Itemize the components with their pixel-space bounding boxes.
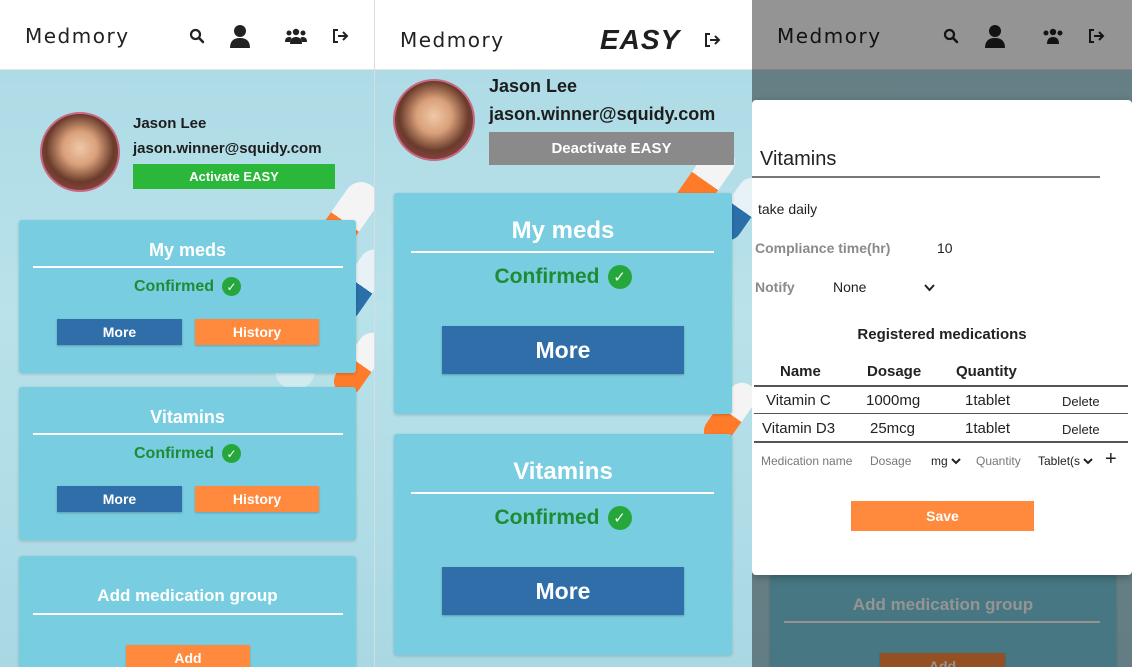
- notify-value: None: [833, 279, 867, 295]
- more-button[interactable]: More: [57, 486, 182, 512]
- logout-icon[interactable]: [702, 30, 724, 50]
- main-screen: Medmory Jason Lee jason.winner@squidy.co…: [0, 0, 374, 667]
- check-icon: ✓: [607, 265, 632, 289]
- more-button[interactable]: More: [442, 567, 684, 615]
- logout-icon[interactable]: [331, 26, 351, 46]
- quantity-input[interactable]: Quantity: [976, 454, 1021, 468]
- edit-group-screen: Medmory Add medication group Add Vitamin…: [752, 0, 1132, 667]
- status-confirmed: Confirmed ✓: [19, 444, 356, 463]
- delete-button[interactable]: Delete: [1062, 422, 1100, 437]
- card-title: My meds: [148, 240, 227, 260]
- notify-label: Notify: [755, 279, 795, 295]
- notify-select[interactable]: None: [833, 279, 936, 295]
- table-row-divider: [754, 413, 1128, 414]
- user-email: jason.winner@squidy.com: [133, 140, 322, 157]
- app-logo[interactable]: Medmory: [400, 28, 505, 52]
- check-icon: ✓: [222, 444, 241, 463]
- card-title: My meds: [511, 217, 615, 244]
- column-header-dosage: Dosage: [867, 363, 922, 380]
- avatar[interactable]: [393, 79, 475, 161]
- chevron-down-icon: [950, 454, 961, 468]
- deactivate-easy-button[interactable]: Deactivate EASY: [489, 132, 734, 165]
- more-button[interactable]: More: [442, 326, 684, 374]
- add-group-card: Add medication group Add: [19, 556, 356, 667]
- add-button[interactable]: Add: [126, 645, 250, 667]
- medication-group-card: Vitamins Confirmed ✓ More History: [19, 387, 356, 540]
- card-divider: [411, 251, 714, 253]
- add-row-icon[interactable]: +: [1105, 448, 1117, 471]
- app-logo[interactable]: Medmory: [25, 24, 130, 48]
- card-divider: [33, 613, 343, 615]
- medication-name-input[interactable]: Medication name: [761, 454, 852, 468]
- card-divider: [33, 266, 343, 268]
- save-button[interactable]: Save: [851, 501, 1034, 531]
- status-confirmed: Confirmed ✓: [19, 277, 356, 296]
- activate-easy-button[interactable]: Activate EASY: [133, 164, 335, 189]
- avatar[interactable]: [40, 112, 120, 192]
- status-label: Confirmed: [134, 444, 214, 462]
- card-divider: [33, 433, 343, 435]
- unit-value: mg: [931, 454, 948, 468]
- unit-select[interactable]: mg: [931, 454, 961, 468]
- user-icon[interactable]: [228, 23, 252, 49]
- status-label: Confirmed: [494, 506, 600, 529]
- med-name-cell: Vitamin D3: [762, 420, 836, 437]
- med-dosage-cell: 1000mg: [866, 392, 921, 409]
- chevron-down-icon: [924, 279, 936, 295]
- chevron-down-icon: [1083, 454, 1093, 468]
- search-icon[interactable]: [187, 26, 207, 46]
- card-divider: [411, 492, 714, 494]
- card-title: Vitamins: [150, 407, 225, 427]
- medication-group-card: My meds Confirmed ✓ More: [394, 193, 732, 414]
- med-quantity-cell: 1tablet: [965, 420, 1011, 437]
- status-confirmed: Confirmed ✓: [394, 506, 732, 530]
- easy-mode-screen: Medmory EASY Jason Lee jason.winner@squi…: [375, 0, 752, 667]
- delete-button[interactable]: Delete: [1062, 394, 1100, 409]
- table-header-divider: [754, 385, 1128, 387]
- check-icon: ✓: [607, 506, 632, 530]
- column-header-quantity: Quantity: [956, 363, 1017, 380]
- dosage-input[interactable]: Dosage: [870, 454, 911, 468]
- history-button[interactable]: History: [195, 319, 319, 345]
- med-dosage-cell: 25mcg: [870, 420, 916, 437]
- column-header-name: Name: [780, 363, 821, 380]
- user-email: jason.winner@squidy.com: [489, 104, 716, 124]
- easy-mode-title: EASY: [600, 24, 681, 55]
- group-note-field[interactable]: take daily: [758, 201, 817, 217]
- medication-group-card: Vitamins Confirmed ✓ More: [394, 434, 732, 655]
- title-underline: [752, 176, 1100, 178]
- form-select[interactable]: Tablet(s: [1038, 454, 1093, 468]
- group-name-field[interactable]: Vitamins: [760, 148, 836, 171]
- group-icon[interactable]: [284, 26, 308, 46]
- form-value: Tablet(s: [1038, 454, 1081, 468]
- status-confirmed: Confirmed ✓: [394, 265, 732, 289]
- check-icon: ✓: [222, 277, 241, 296]
- status-label: Confirmed: [494, 265, 600, 288]
- app-header: Medmory EASY: [375, 0, 752, 70]
- med-name-cell: Vitamin C: [766, 392, 831, 409]
- compliance-label: Compliance time(hr): [755, 240, 891, 256]
- registered-medications-title: Registered medications: [857, 326, 1027, 343]
- med-quantity-cell: 1tablet: [965, 392, 1011, 409]
- compliance-input[interactable]: 10: [937, 240, 953, 256]
- edit-group-modal: Vitamins take daily Compliance time(hr) …: [752, 100, 1132, 575]
- medication-group-card: My meds Confirmed ✓ More History: [19, 220, 356, 373]
- card-title: Add medication group: [97, 586, 278, 605]
- user-name: Jason Lee: [489, 76, 578, 96]
- status-label: Confirmed: [134, 277, 214, 295]
- user-name: Jason Lee: [133, 115, 207, 132]
- card-title: Vitamins: [513, 458, 613, 485]
- history-button[interactable]: History: [195, 486, 319, 512]
- app-header: Medmory: [0, 0, 374, 70]
- table-row-divider: [754, 441, 1128, 443]
- more-button[interactable]: More: [57, 319, 182, 345]
